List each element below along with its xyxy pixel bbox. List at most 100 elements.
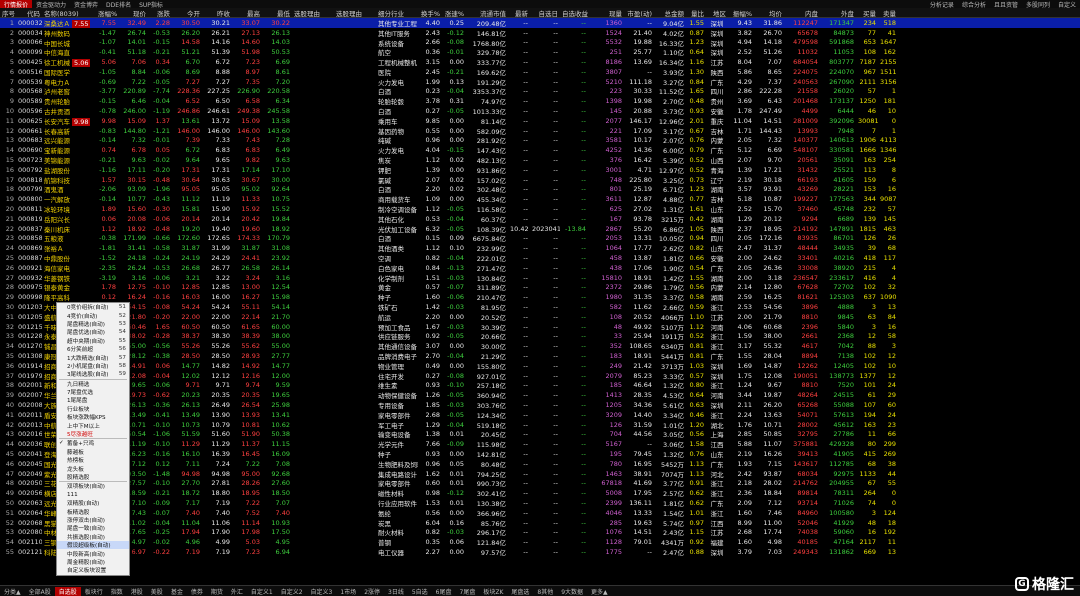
table-row[interactable]: 1 000032 深桑达Ａ 7.55 7.55 32.49 2.28 30.50 30.21 33… [0, 18, 1080, 28]
context-menu-item[interactable]: 双项板块(自动) [57, 482, 129, 490]
bottom-tab[interactable]: 7尾盘 [456, 587, 480, 596]
context-menu-item[interactable]: 尾盘一致(自动) [57, 524, 129, 532]
col-header-price[interactable]: 现价 [118, 8, 148, 18]
bottom-tab[interactable]: 分类▲ [0, 587, 25, 596]
bottom-tab[interactable]: 更多▲ [587, 587, 612, 596]
bottom-tab[interactable]: 板块ZK [479, 587, 507, 596]
context-menu-item[interactable]: 1尾尾盘 [57, 396, 129, 404]
table-row[interactable]: 18 000799 酒鬼酒 -2.06 93.09 -1.96 95.05 95.05 95.0… [0, 185, 1080, 194]
table-row[interactable]: 28 000975 银泰黄金 1.78 12.75 -0.10 12.85 12.85 13.0… [0, 283, 1080, 292]
table-row[interactable]: 22 000837 秦川机床 1.12 18.92 -0.48 19.20 19.40 19.6… [0, 224, 1080, 234]
table-row[interactable]: 32001215千味央厨1.9460.461.6560.5060.5061.65… [0, 322, 1080, 332]
table-row[interactable]: 16 000792 盐湖股份 -1.16 17.11 -0.20 17.31 17.31 17.… [0, 165, 1080, 175]
bottom-tab[interactable]: 基金 [167, 587, 187, 596]
table-row[interactable]: 10 000596 古井贡酒 -0.78 246.00 -1.19 246.86 246.61… [0, 106, 1080, 116]
table-row[interactable]: 55002121科陆电子0.286.97-0.227.197.197.236.9… [0, 547, 1080, 557]
col-header-pe[interactable]: 市盈(动) [624, 8, 654, 18]
table-row[interactable]: 27 000932 华菱钢铁 -3.19 3.16 -0.06 3.21 3.22 3.24 3.… [0, 273, 1080, 283]
table-row[interactable]: 13 000683 远兴能源 -0.14 7.32 -0.01 7.39 7.33 7.43 7.… [0, 136, 1080, 145]
table-row[interactable]: 17 000818 航锦科技 1.57 30.15 -0.48 30.64 30.63 30.6… [0, 175, 1080, 185]
context-menu-item[interactable]: 九日精选 [57, 380, 129, 388]
col-header-low[interactable]: 最低 [262, 8, 292, 18]
bottom-tab[interactable]: 指数 [107, 587, 127, 596]
table-row[interactable]: 45002041登海种业-0.3416.23-0.1616.1016.3916.… [0, 449, 1080, 459]
col-header-watch-return[interactable]: 自选收益% [560, 8, 588, 18]
context-menu-item[interactable]: 1大跌精选(自动) 57 [57, 353, 129, 362]
col-header-industry[interactable]: 细分行业 [376, 8, 418, 18]
context-menu-item[interactable]: 5尽涨越旺 [57, 430, 129, 438]
col-header-no[interactable]: 序号 [0, 8, 16, 18]
table-row[interactable]: 6 000516 国际医学 -1.05 8.84 -0.06 8.69 8.88 8.97 8.6… [0, 67, 1080, 77]
bottom-tab[interactable]: 板块行 [81, 587, 107, 596]
context-menu-item[interactable]: 自定义板块设置 [57, 566, 129, 574]
table-row[interactable]: 30001203大中矿业0.3754.15-0.0854.2454.2455.1… [0, 302, 1080, 312]
col-header-area[interactable]: 地区 [706, 8, 728, 18]
bottom-tab[interactable]: 自选股 [54, 586, 81, 596]
col-header-reason-1[interactable]: 选股理由 [292, 8, 334, 18]
table-row[interactable]: 37001979招商蛇口0.0412.08-0.0412.0212.1212.1… [0, 371, 1080, 381]
col-header-turnover[interactable]: 换手% [418, 8, 442, 18]
col-header-outer-vol[interactable]: 外盘 [820, 8, 856, 18]
col-header-amount[interactable]: 总金额 [654, 8, 686, 18]
col-header-chg[interactable]: 涨跌 [148, 8, 172, 18]
context-menu-item[interactable]: 行业板块 [57, 405, 129, 413]
table-row[interactable]: 3 000066 中国长城 -1.07 14.01 -0.15 14.58 14.16 14.6… [0, 38, 1080, 47]
col-header-chg-pct[interactable]: 涨幅% [96, 8, 118, 18]
table-row[interactable]: 50002063远光软件-1.477.10-0.097.177.197.227.… [0, 498, 1080, 508]
bottom-tab[interactable]: 尾盘选 [507, 587, 533, 596]
bottom-tab[interactable]: 自定义2 [277, 587, 307, 596]
bottom-tab[interactable]: 期货 [207, 587, 227, 596]
col-header-bid-vol[interactable]: 买量 [856, 8, 878, 18]
context-menu-item[interactable]: 共振选股(自动) [57, 533, 129, 541]
bottom-tab[interactable]: 外汇 [227, 587, 247, 596]
context-menu-item[interactable]: 涨停双击(自动) [57, 516, 129, 524]
col-header-volume[interactable]: 现量 [588, 8, 624, 18]
table-row[interactable]: 54002110三钢闽光-0.404.97-0.024.964.995.034.… [0, 537, 1080, 547]
context-menu-item[interactable]: 上中下M以上 [57, 421, 129, 430]
table-row[interactable]: 15 000723 美锦能源 -0.21 9.63 -0.02 9.64 9.65 9.82 9.… [0, 155, 1080, 165]
table-row[interactable]: 36001914招商积余0.8214.910.0614.7714.8214.92… [0, 361, 1080, 371]
context-menu-item[interactable]: 板精选股 [57, 507, 129, 516]
table-row[interactable]: 20 000811 冰轮环境 1.89 15.60 -0.30 15.81 15.90 15.9… [0, 204, 1080, 214]
context-menu-item[interactable]: ✓ 蓄备+只鸡 [57, 439, 129, 447]
bottom-tab[interactable]: 美股 [147, 587, 167, 596]
col-header-amplitude[interactable]: 振幅% [728, 8, 754, 18]
context-menu-item[interactable]: 2小机尾盘(自动) 58 [57, 362, 129, 370]
table-row[interactable]: 43002016世荣兆业-0.1250.54-1.0651.5951.6051.… [0, 429, 1080, 439]
context-menu-item[interactable]: 板块涨跌幅KPS [57, 413, 129, 421]
table-row[interactable]: 42002013中航机电-0.2110.71-0.1010.7310.7910.… [0, 420, 1080, 430]
col-header-avg-price[interactable]: 均价 [754, 8, 784, 18]
table-row[interactable]: 53002080中材科技-0.4017.65-0.2517.9417.9017.… [0, 527, 1080, 537]
bottom-tab[interactable]: 6尾盘 [432, 587, 456, 596]
bottom-tab[interactable]: 全部A股 [25, 587, 55, 596]
col-header-latest[interactable]: 最新 [508, 8, 530, 18]
col-header-float-cap[interactable]: 流通市值 [466, 8, 508, 18]
col-header-high[interactable]: 最高 [232, 8, 262, 18]
table-row[interactable]: 31001205盛航股份0.0521.80-0.2022.0022.0022.1… [0, 312, 1080, 322]
table-row[interactable]: 11 000625 长安汽车 9.98 9.98 15.09 1.37 13.61 13.72 1… [0, 116, 1080, 126]
table-row[interactable]: 12 000661 长春高新 -0.83 144.80 -1.21 146.00 146.00… [0, 126, 1080, 136]
context-menu-item[interactable]: 龙头板 [57, 464, 129, 473]
context-menu-item[interactable]: 藤越板 [57, 448, 129, 456]
table-row[interactable]: 14 000690 宝新能源 0.74 6.78 0.05 6.72 6.83 6.83 6.49… [0, 145, 1080, 155]
table-row[interactable]: 5 000425 徐工机械 5.06 5.06 7.06 0.34 6.70 6.72 7.23 6… [0, 57, 1080, 68]
col-header-code[interactable]: 代码 [16, 8, 42, 18]
table-row[interactable]: 26 000921 海信家电 -2.35 26.24 -0.53 26.68 26.77 26.… [0, 263, 1080, 273]
table-row[interactable]: 41002011盾安环境-1.6513.49-0.4113.4913.9013.… [0, 410, 1080, 420]
table-row[interactable]: 49002056横店东磁-1.1318.59-0.2118.7218.8018.… [0, 488, 1080, 498]
context-menu-item[interactable]: 超中央期(自动) 55 [57, 337, 129, 345]
bottom-tab[interactable]: 9大数据 [557, 587, 587, 596]
table-row[interactable]: 21 000819 岳阳兴长 0.06 20.08 -0.06 20.14 20.14 20.4… [0, 214, 1080, 224]
table-row[interactable]: 29 000998 隆平高科 0.12 16.24 -0.16 16.03 16.00 16.2… [0, 292, 1080, 302]
table-row[interactable]: 4 000099 中信海直 -0.41 51.18 -0.21 51.21 51.39 51.9… [0, 47, 1080, 57]
table-row[interactable]: 7 000539 粤电力Ａ -0.69 7.22 -0.05 7.27 7.27 7.35 7.2… [0, 77, 1080, 87]
table-row[interactable]: 48002050三花智控-0.1727.57-0.1027.7027.8128.… [0, 478, 1080, 488]
col-header-open[interactable]: 今开 [172, 8, 202, 18]
context-menu-item[interactable]: 0竞价组拆(自动) 51 [57, 303, 129, 311]
context-menu-item[interactable]: 7尾盘优选 [57, 388, 129, 396]
bottom-tab[interactable]: 3日线 [384, 587, 408, 596]
col-header-volume-ratio[interactable]: 量比 [686, 8, 706, 18]
table-row[interactable]: 35001308康冠科技-0.9428.12-0.3828.5028.5028.… [0, 351, 1080, 361]
context-menu-item[interactable]: 热榜板 [57, 456, 129, 464]
table-row[interactable]: 8 000568 泸州老窖 -3.77 220.89 -7.74 228.36 227.25 2… [0, 87, 1080, 96]
